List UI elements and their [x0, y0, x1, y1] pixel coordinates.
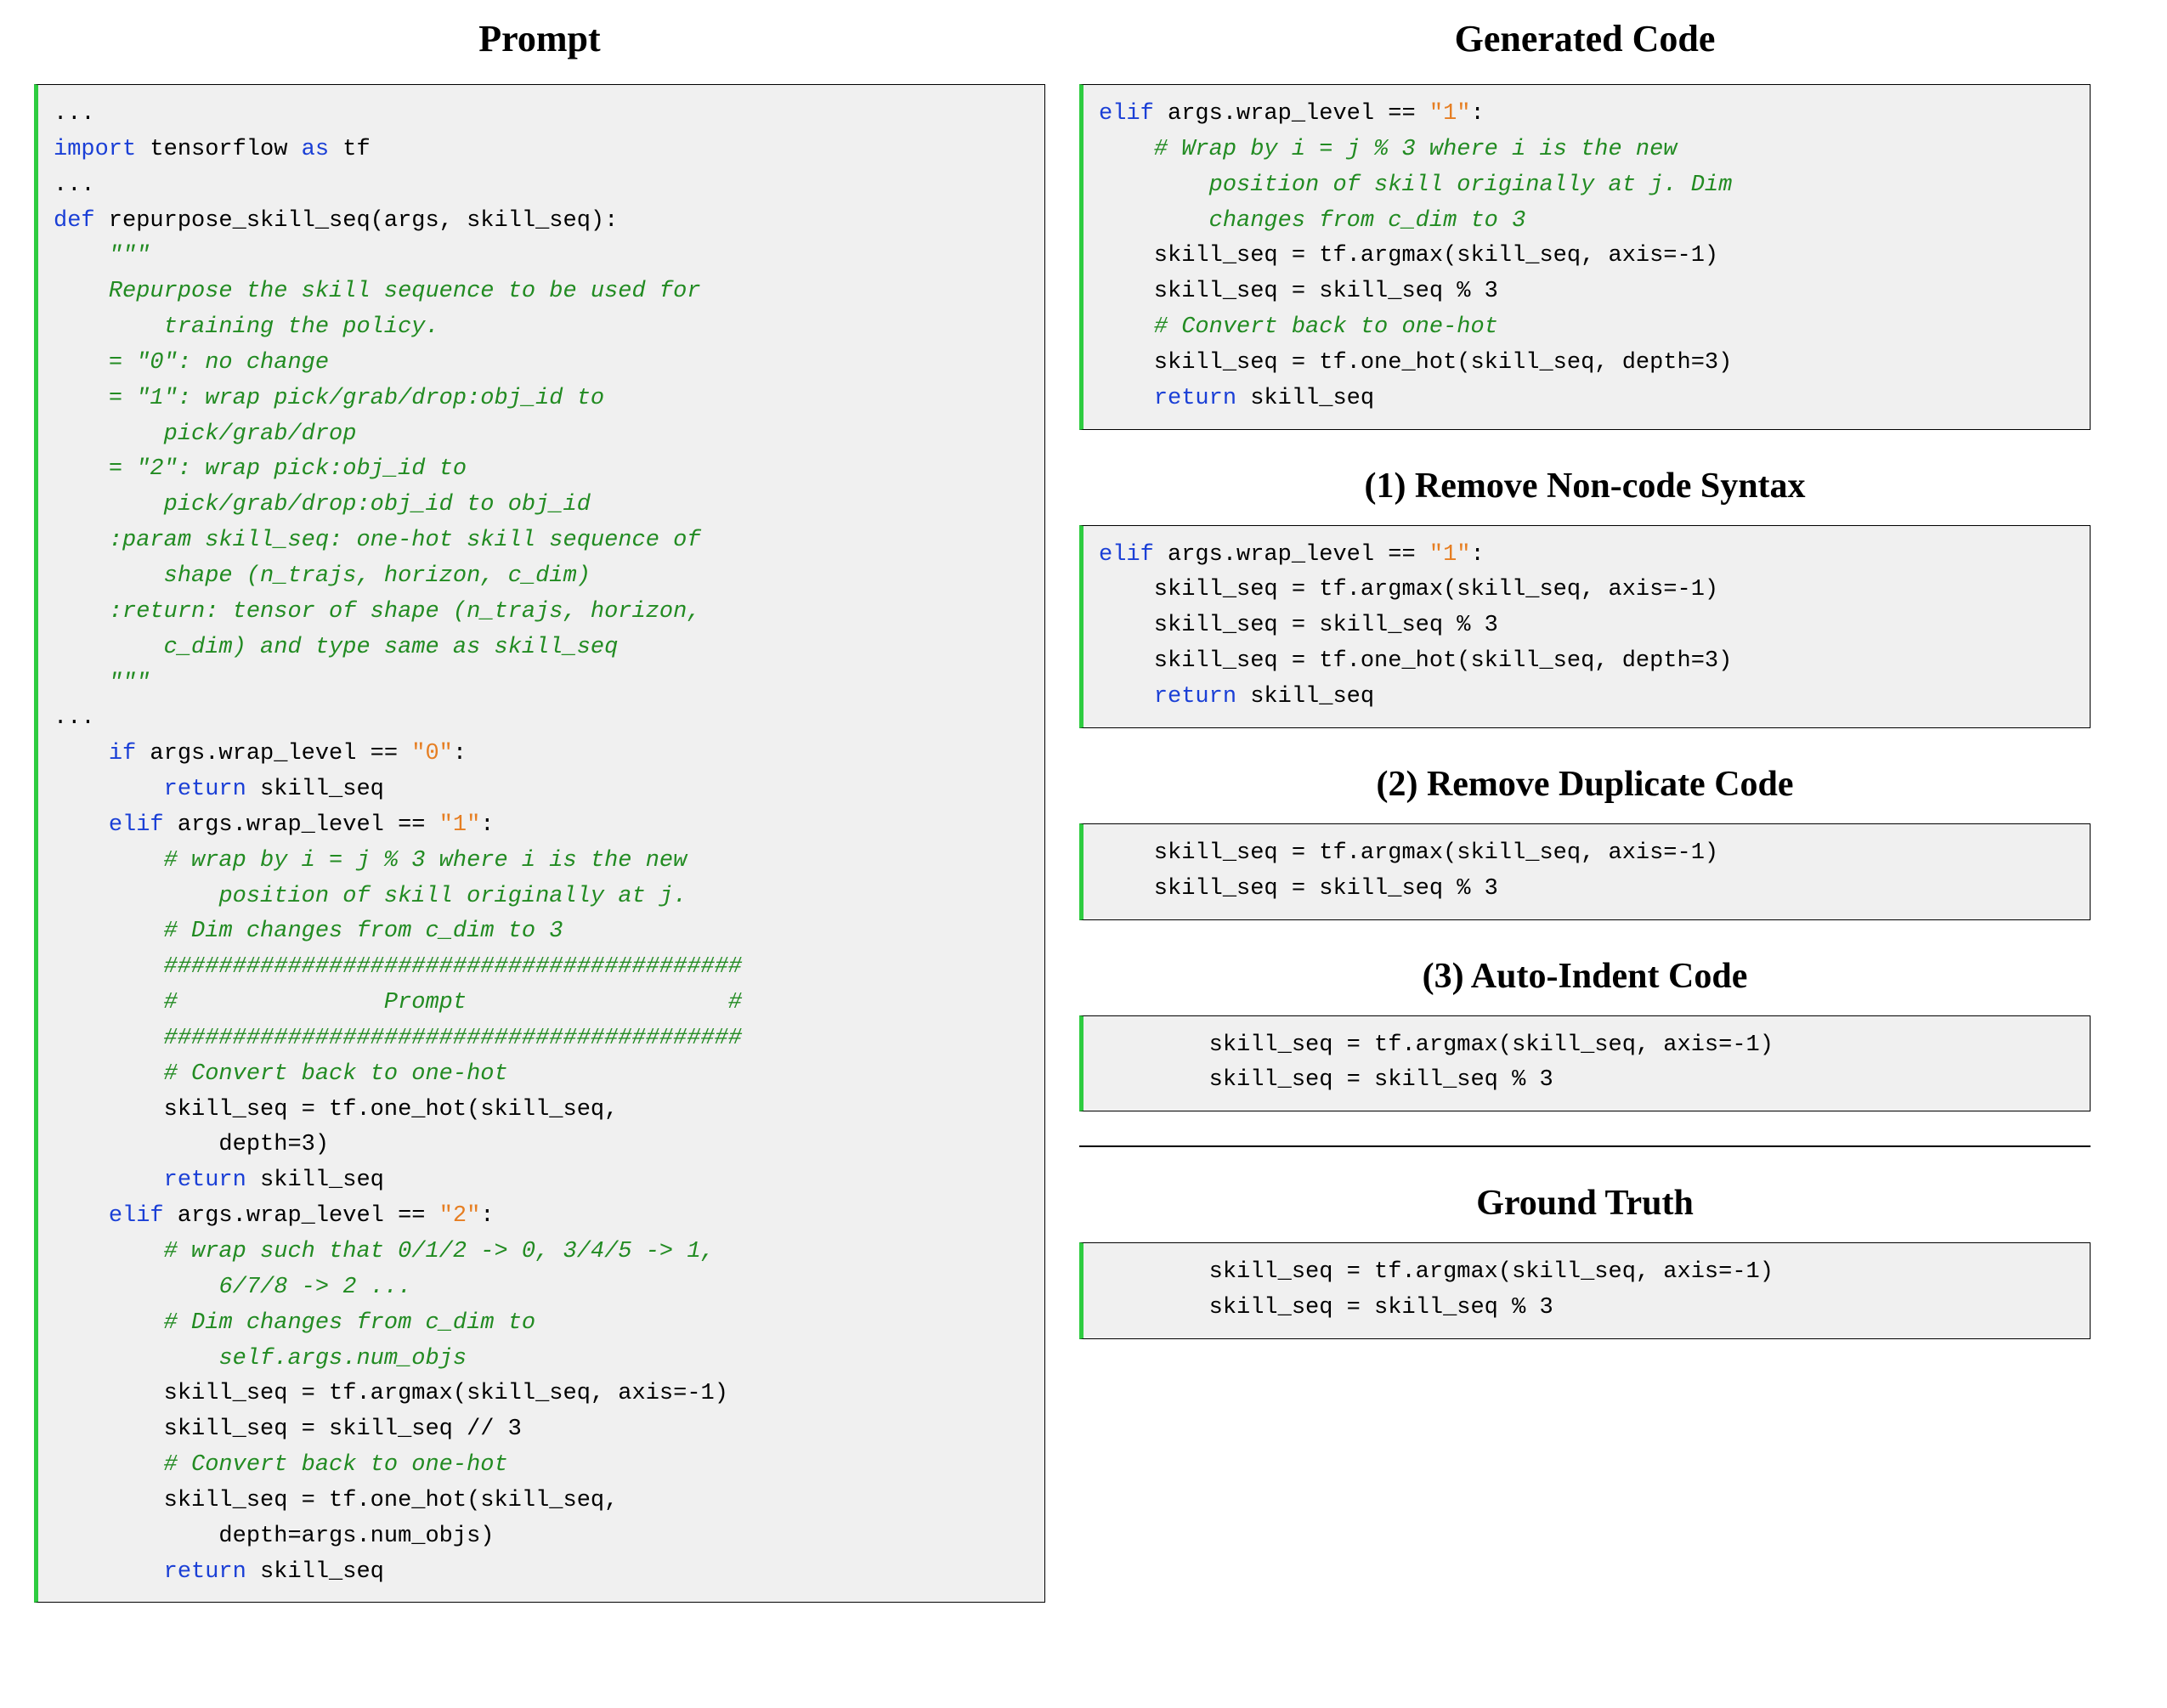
step3-code-box: skill_seq = tf.argmax(skill_seq, axis=-1… — [1079, 1015, 2091, 1112]
step2-code-box: skill_seq = tf.argmax(skill_seq, axis=-1… — [1079, 823, 2091, 920]
prompt-column: Prompt ... import tensorflow as tf ... d… — [34, 17, 1045, 1603]
results-column: Generated Code elif args.wrap_level == "… — [1079, 17, 2091, 1603]
prompt-title: Prompt — [34, 17, 1045, 60]
step2-title: (2) Remove Duplicate Code — [1079, 764, 2091, 805]
step1-title: (1) Remove Non-code Syntax — [1079, 466, 2091, 506]
ground-truth-code-box: skill_seq = tf.argmax(skill_seq, axis=-1… — [1079, 1242, 2091, 1339]
generated-code-box: elif args.wrap_level == "1": # Wrap by i… — [1079, 84, 2091, 430]
ground-truth-title: Ground Truth — [1079, 1183, 2091, 1224]
step3-title: (3) Auto-Indent Code — [1079, 956, 2091, 997]
generated-title: Generated Code — [1079, 17, 2091, 60]
step1-code-box: elif args.wrap_level == "1": skill_seq =… — [1079, 525, 2091, 728]
figure-container: Prompt ... import tensorflow as tf ... d… — [34, 17, 2133, 1603]
prompt-code-box: ... import tensorflow as tf ... def repu… — [34, 84, 1045, 1603]
